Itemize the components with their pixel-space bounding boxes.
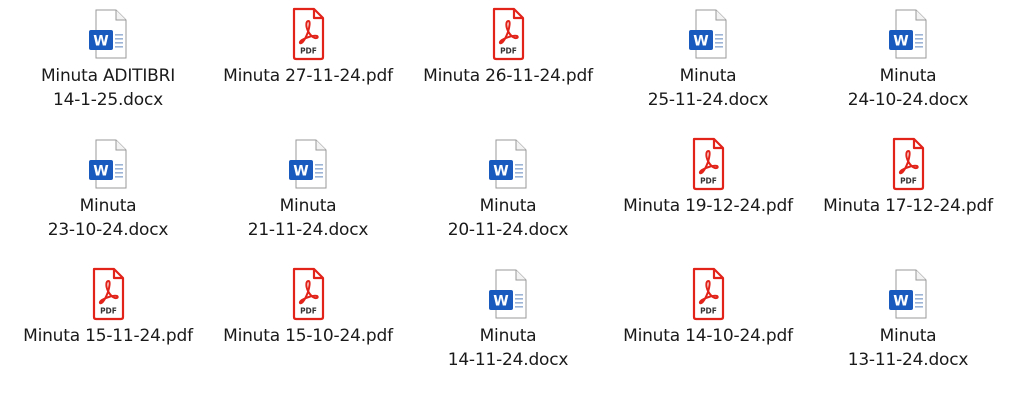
file-name: Minuta 13-11-24.docx	[847, 326, 969, 370]
word-document-icon: W	[880, 6, 936, 62]
file-name: Minuta 27-11-24.pdf	[223, 66, 393, 86]
svg-text:W: W	[693, 34, 708, 50]
pdf-document-icon: PDF	[80, 266, 136, 322]
svg-text:PDF: PDF	[500, 47, 517, 56]
file-item[interactable]: PDF Minuta 15-10-24.pdf	[208, 260, 408, 390]
file-name: Minuta 15-10-24.pdf	[223, 326, 393, 346]
file-item[interactable]: W Minuta 13-11-24.docx	[808, 260, 1008, 390]
file-item[interactable]: W Minuta 20-11-24.docx	[408, 130, 608, 260]
svg-text:W: W	[493, 164, 508, 180]
file-item[interactable]: W Minuta 23-10-24.docx	[8, 130, 208, 260]
word-document-icon: W	[480, 266, 536, 322]
svg-text:W: W	[293, 164, 308, 180]
file-item[interactable]: W Minuta 21-11-24.docx	[208, 130, 408, 260]
file-name: Minuta 24-10-24.docx	[847, 66, 969, 110]
pdf-document-icon: PDF	[480, 6, 536, 62]
file-name: Minuta 14-10-24.pdf	[623, 326, 793, 346]
file-name: Minuta 20-11-24.docx	[447, 196, 569, 240]
file-item[interactable]: W Minuta 24-10-24.docx	[808, 0, 1008, 130]
svg-text:PDF: PDF	[900, 177, 917, 186]
file-name: Minuta 21-11-24.docx	[247, 196, 369, 240]
word-document-icon: W	[880, 266, 936, 322]
word-document-icon: W	[80, 6, 136, 62]
file-icon-grid: W Minuta ADITIBRI 14-1-25.docx PDF Minut…	[8, 0, 1008, 395]
file-name: Minuta ADITIBRI 14-1-25.docx	[40, 66, 176, 110]
file-name: Minuta 17-12-24.pdf	[823, 196, 993, 216]
svg-text:W: W	[893, 34, 908, 50]
file-name: Minuta 25-11-24.docx	[647, 66, 769, 110]
word-document-icon: W	[680, 6, 736, 62]
file-name: Minuta 23-10-24.docx	[47, 196, 169, 240]
file-item[interactable]: PDF Minuta 26-11-24.pdf	[408, 0, 608, 130]
svg-text:PDF: PDF	[700, 307, 717, 316]
svg-text:PDF: PDF	[100, 307, 117, 316]
word-document-icon: W	[80, 136, 136, 192]
file-name: Minuta 26-11-24.pdf	[423, 66, 593, 86]
file-name: Minuta 19-12-24.pdf	[623, 196, 793, 216]
file-item[interactable]: PDF Minuta 17-12-24.pdf	[808, 130, 1008, 260]
svg-text:W: W	[93, 34, 108, 50]
file-item[interactable]: W Minuta ADITIBRI 14-1-25.docx	[8, 0, 208, 130]
pdf-document-icon: PDF	[280, 266, 336, 322]
svg-text:W: W	[893, 294, 908, 310]
svg-text:PDF: PDF	[300, 307, 317, 316]
svg-text:W: W	[493, 294, 508, 310]
svg-text:PDF: PDF	[700, 177, 717, 186]
file-item[interactable]: PDF Minuta 15-11-24.pdf	[8, 260, 208, 390]
file-name: Minuta 14-11-24.docx	[447, 326, 569, 370]
file-name: Minuta 15-11-24.pdf	[23, 326, 193, 346]
svg-text:W: W	[93, 164, 108, 180]
pdf-document-icon: PDF	[880, 136, 936, 192]
word-document-icon: W	[280, 136, 336, 192]
pdf-document-icon: PDF	[280, 6, 336, 62]
pdf-document-icon: PDF	[680, 266, 736, 322]
file-item[interactable]: PDF Minuta 27-11-24.pdf	[208, 0, 408, 130]
pdf-document-icon: PDF	[680, 136, 736, 192]
file-item[interactable]: PDF Minuta 14-10-24.pdf	[608, 260, 808, 390]
file-item[interactable]: W Minuta 25-11-24.docx	[608, 0, 808, 130]
svg-text:PDF: PDF	[300, 47, 317, 56]
word-document-icon: W	[480, 136, 536, 192]
file-item[interactable]: PDF Minuta 19-12-24.pdf	[608, 130, 808, 260]
file-item[interactable]: W Minuta 14-11-24.docx	[408, 260, 608, 390]
